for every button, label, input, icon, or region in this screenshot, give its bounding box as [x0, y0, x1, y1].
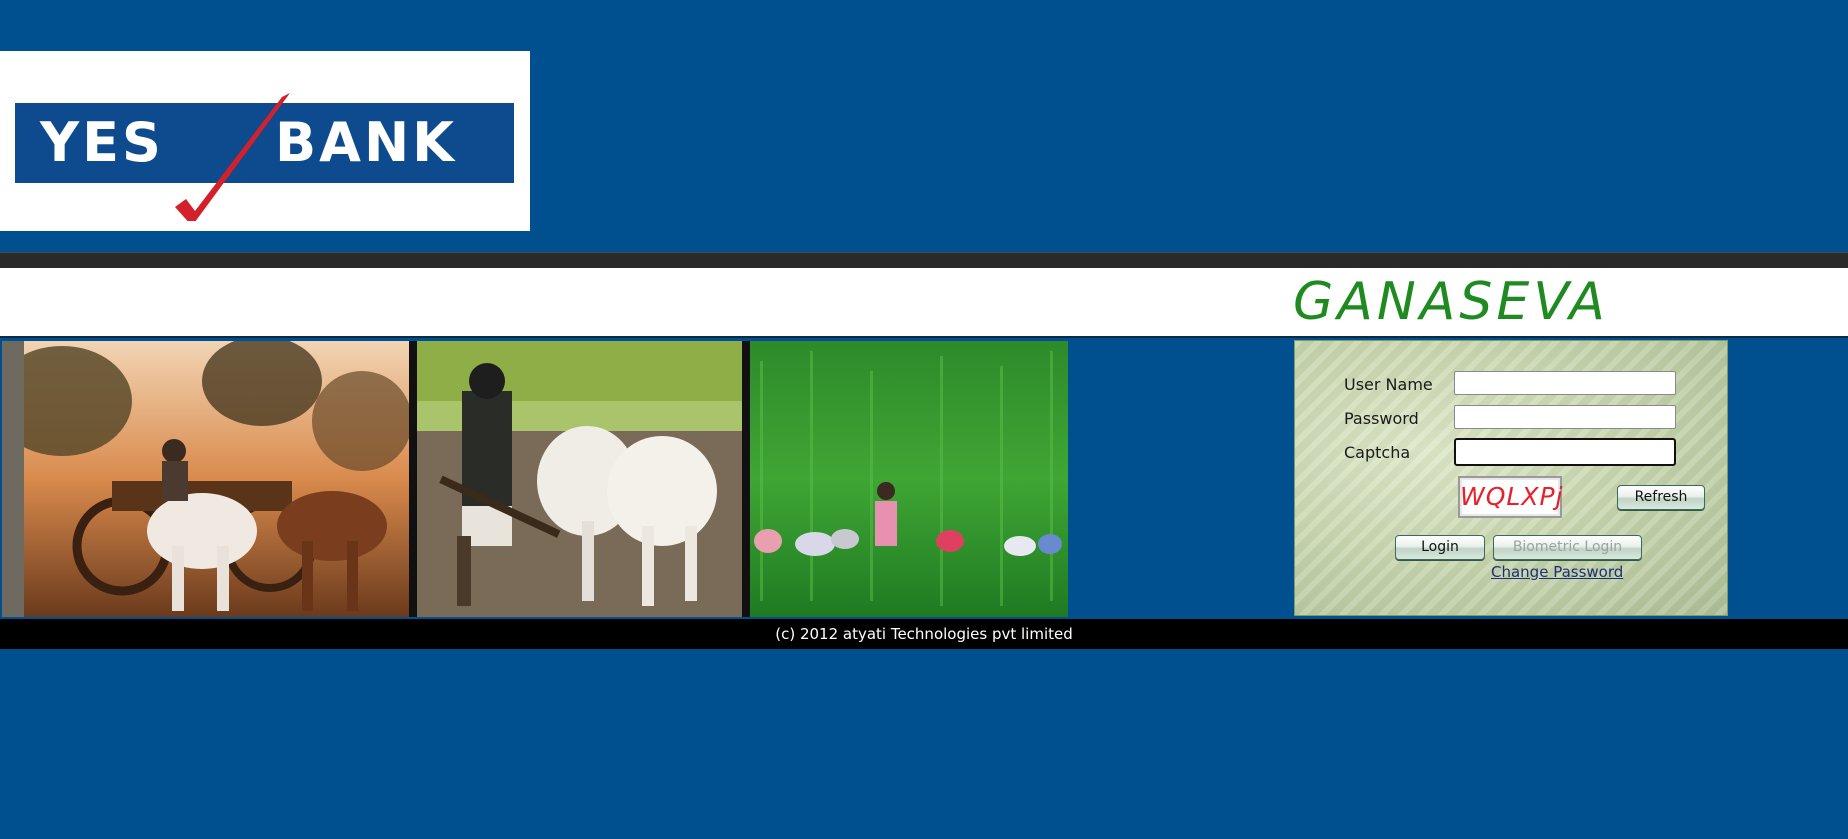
title-band: GANASEVA	[0, 268, 1848, 338]
logo-text-bank: BANK	[275, 111, 457, 174]
photo-ploughing-oxen	[417, 341, 742, 617]
password-input[interactable]	[1454, 405, 1676, 429]
username-label: User Name	[1344, 375, 1433, 394]
bank-logo: YES BANK	[0, 51, 530, 231]
photo-strip	[2, 341, 1068, 617]
change-password-link[interactable]: Change Password	[1491, 563, 1623, 581]
captcha-code: WQLXPj	[1460, 482, 1564, 511]
username-input[interactable]	[1454, 371, 1676, 395]
photo-divider	[742, 341, 750, 617]
password-label: Password	[1344, 409, 1419, 428]
biometric-login-button[interactable]: Biometric Login	[1493, 535, 1642, 560]
header-divider	[0, 252, 1848, 269]
photo-rice-field-workers	[750, 341, 1068, 617]
refresh-button[interactable]: Refresh	[1617, 485, 1705, 510]
login-button[interactable]: Login	[1395, 535, 1485, 560]
login-panel: User Name Password Captcha WQLXPj Refres…	[1294, 340, 1728, 616]
captcha-input[interactable]	[1454, 438, 1676, 466]
check-mark-icon	[175, 93, 290, 221]
captcha-image: WQLXPj	[1458, 476, 1562, 518]
app-title: GANASEVA	[1293, 272, 1609, 332]
photo-bullock-cart	[2, 341, 409, 617]
captcha-label: Captcha	[1344, 443, 1411, 462]
footer-copyright: (c) 2012 atyati Technologies pvt limited	[0, 619, 1848, 649]
photo-divider	[409, 341, 417, 617]
logo-text-yes: YES	[40, 111, 164, 174]
